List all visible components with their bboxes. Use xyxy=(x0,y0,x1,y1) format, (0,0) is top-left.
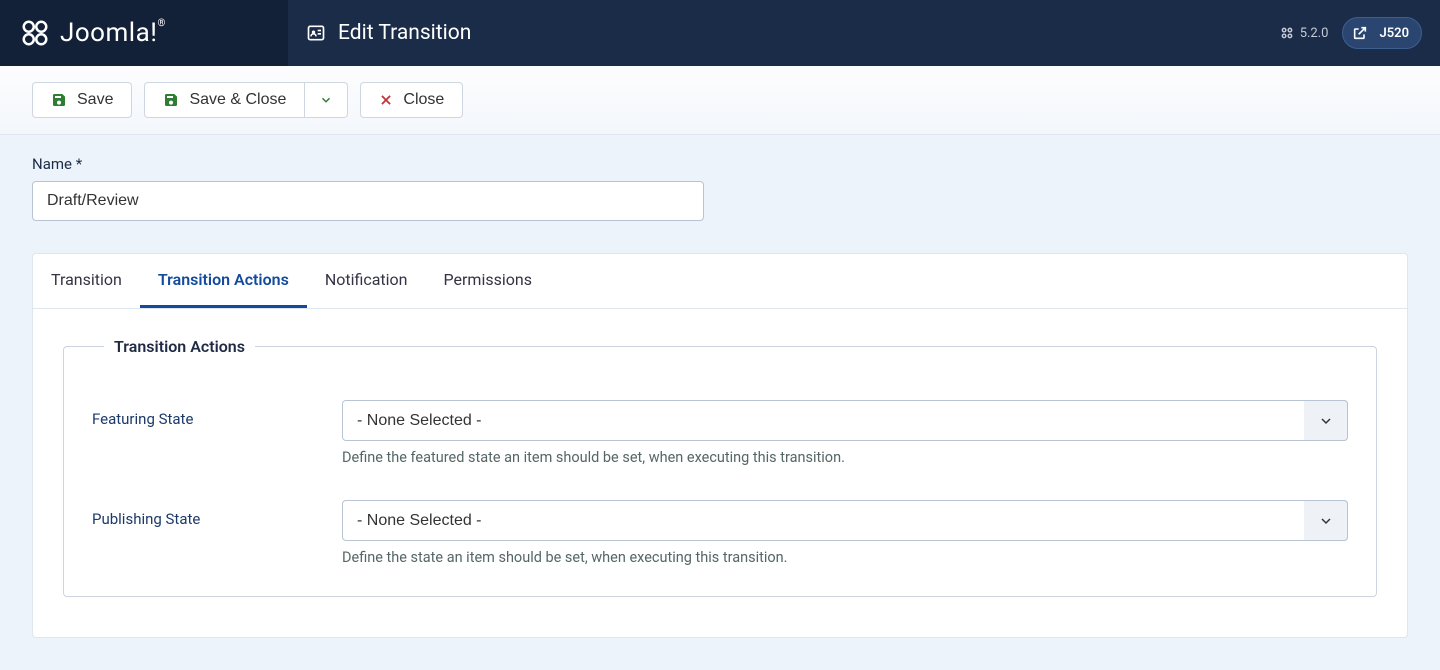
tab-permissions[interactable]: Permissions xyxy=(426,254,550,308)
save-close-dropdown-toggle[interactable] xyxy=(305,82,348,118)
save-icon xyxy=(163,92,179,108)
main-card: Transition Transition Actions Notificati… xyxy=(32,253,1408,638)
tab-notification[interactable]: Notification xyxy=(307,254,426,308)
close-button[interactable]: Close xyxy=(360,82,463,118)
featuring-state-label: Featuring State xyxy=(92,400,322,466)
version-indicator[interactable]: 5.2.0 xyxy=(1280,26,1329,41)
featuring-state-help: Define the featured state an item should… xyxy=(342,449,1348,466)
publishing-state-select-wrapper: - None Selected - xyxy=(342,500,1348,541)
featuring-state-select[interactable]: - None Selected - xyxy=(342,400,1348,441)
joomla-small-icon xyxy=(1280,26,1294,40)
action-toolbar: Save Save & Close Close xyxy=(0,66,1440,135)
publishing-state-help: Define the state an item should be set, … xyxy=(342,549,1348,566)
save-close-group: Save & Close xyxy=(144,82,348,118)
tab-transition[interactable]: Transition xyxy=(33,254,140,308)
close-icon xyxy=(379,93,393,107)
joomla-logo-icon xyxy=(20,18,50,48)
site-label: J520 xyxy=(1379,26,1409,41)
app-header: Joomla!® Edit Transition 5.2.0 xyxy=(0,0,1440,66)
version-text: 5.2.0 xyxy=(1300,26,1329,41)
save-close-button[interactable]: Save & Close xyxy=(144,82,305,118)
chevron-down-icon xyxy=(319,93,333,107)
brand[interactable]: Joomla!® xyxy=(0,0,288,66)
content-area: Name * Transition Transition Actions Not… xyxy=(0,135,1440,670)
save-button[interactable]: Save xyxy=(32,82,132,118)
page-title: Edit Transition xyxy=(338,21,471,45)
publishing-state-label: Publishing State xyxy=(92,500,322,566)
tabs: Transition Transition Actions Notificati… xyxy=(33,254,1407,309)
featuring-state-select-wrapper: - None Selected - xyxy=(342,400,1348,441)
name-input[interactable] xyxy=(32,181,704,221)
brand-name: Joomla!® xyxy=(60,18,166,48)
tab-transition-actions[interactable]: Transition Actions xyxy=(140,254,307,308)
external-link-icon xyxy=(1349,22,1371,44)
transition-actions-fieldset: Transition Actions Featuring State - Non… xyxy=(63,337,1377,597)
save-icon xyxy=(51,92,67,108)
fieldset-legend: Transition Actions xyxy=(104,337,255,356)
transition-actions-panel: Transition Actions Featuring State - Non… xyxy=(33,309,1407,637)
name-label: Name * xyxy=(32,155,1408,173)
publishing-state-select[interactable]: - None Selected - xyxy=(342,500,1348,541)
featuring-state-row: Featuring State - None Selected - xyxy=(92,382,1348,466)
contact-card-icon xyxy=(306,23,326,43)
publishing-state-row: Publishing State - None Selected - xyxy=(92,466,1348,566)
header-right: 5.2.0 J520 xyxy=(1280,17,1440,49)
open-site-button[interactable]: J520 xyxy=(1342,17,1422,49)
page-heading: Edit Transition xyxy=(288,21,1280,45)
